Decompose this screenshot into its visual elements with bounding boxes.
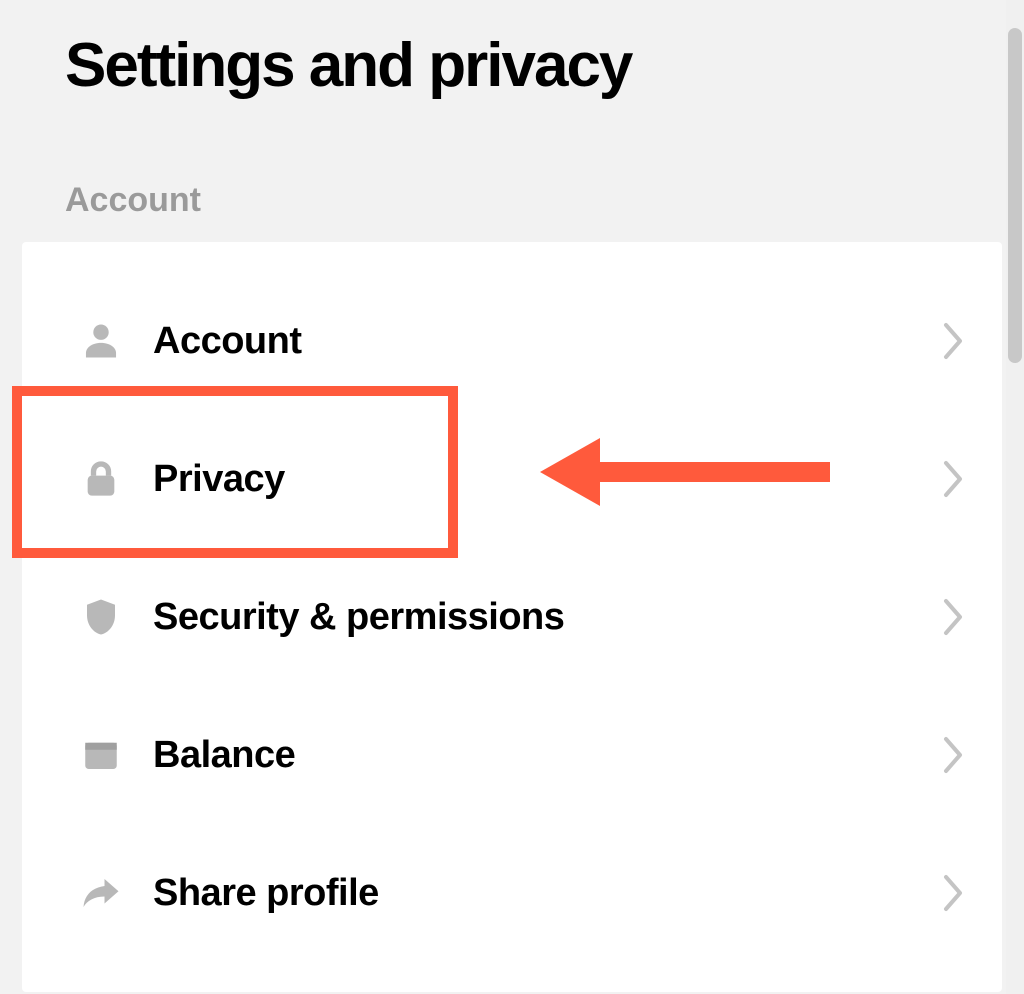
chevron-right-icon [942,873,966,913]
row-label: Privacy [153,458,942,501]
person-icon [77,317,125,365]
share-icon [77,869,125,917]
row-share-profile[interactable]: Share profile [22,824,1002,962]
chevron-right-icon [942,735,966,775]
lock-icon [77,455,125,503]
scrollbar-thumb[interactable] [1008,28,1022,363]
shield-icon [77,593,125,641]
accounts-panel: Account Privacy Security & permission [22,242,1002,992]
row-account[interactable]: Account [22,272,1002,410]
row-security[interactable]: Security & permissions [22,548,1002,686]
chevron-right-icon [942,459,966,499]
chevron-right-icon [942,321,966,361]
row-label: Balance [153,734,942,777]
page-title: Settings and privacy [0,0,1024,101]
section-label-account: Account [0,101,1024,242]
row-balance[interactable]: Balance [22,686,1002,824]
row-label: Security & permissions [153,596,942,639]
chevron-right-icon [942,597,966,637]
row-label: Account [153,320,942,363]
scrollbar-track[interactable] [1006,0,1024,994]
row-privacy[interactable]: Privacy [22,410,1002,548]
wallet-icon [77,731,125,779]
row-label: Share profile [153,872,942,915]
